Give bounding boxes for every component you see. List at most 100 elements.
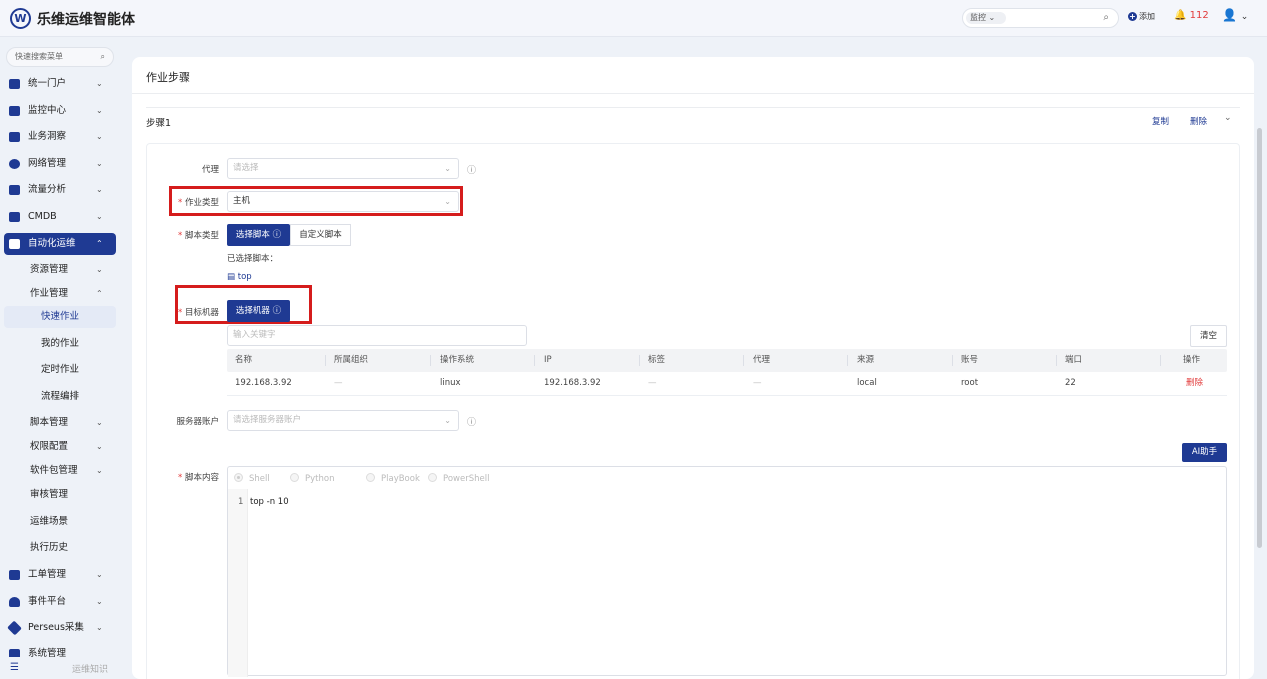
radio-shell[interactable]: Shell xyxy=(234,473,270,484)
add-button[interactable]: + 添加 xyxy=(1128,11,1155,22)
selected-script-link[interactable]: ▤ top xyxy=(227,272,252,282)
home-icon xyxy=(9,79,20,89)
search-icon: ⌕ xyxy=(100,52,105,61)
server-account-select[interactable]: 请选择服务器账户 ⌄ xyxy=(227,410,459,431)
radio-playbook[interactable]: PlayBook xyxy=(366,473,420,484)
menu-system[interactable]: 系统管理 xyxy=(4,643,116,657)
column-header: 端口 xyxy=(1065,355,1083,365)
script-editor[interactable]: Shell Python PlayBook PowerShell 1 top -… xyxy=(227,466,1227,677)
agent-select[interactable]: 请选择 ⌄ xyxy=(227,158,459,179)
selected-script-label: 已选择脚本： xyxy=(227,254,279,264)
submenu-audit[interactable]: 审核管理 xyxy=(4,484,116,506)
target-label: * 目标机器 xyxy=(178,308,219,318)
column-header: 代理 xyxy=(753,355,771,365)
bell-icon xyxy=(9,597,20,607)
step-form: 代理 请选择 ⌄ ⓘ * 作业类型 主机 ⌄ * 脚本类型 选择脚本 ⓘ 自定义脚本… xyxy=(146,143,1240,679)
job-type-select[interactable]: 主机 ⌄ xyxy=(227,191,459,212)
collapse-step-icon[interactable]: ⌄ xyxy=(1224,113,1232,123)
knowledge-link[interactable]: 运维知识 xyxy=(72,662,108,675)
job-type-label: * 作业类型 xyxy=(178,198,219,208)
chevron-down-icon: ⌄ xyxy=(96,597,103,606)
sidebar: 快速搜索菜单 ⌕ 统一门户 ⌄ 监控中心 ⌄ 业务洞察 ⌄ 网络管理 ⌄ 流量分析 ⌄ CM… xyxy=(0,37,122,679)
divider xyxy=(132,93,1254,94)
line-gutter xyxy=(228,489,248,677)
sidebar-footer: ☰ 运维知识 xyxy=(10,662,108,675)
menu-network[interactable]: 网络管理 ⌄ xyxy=(4,153,116,175)
chevron-down-icon: ⌄ xyxy=(96,466,103,475)
calendar-icon xyxy=(9,570,20,580)
menu-automation[interactable]: 自动化运维 ⌃ xyxy=(4,233,116,255)
submenu-resource[interactable]: 资源管理 ⌄ xyxy=(4,259,116,281)
submenu-my-job[interactable]: 我的作业 xyxy=(4,333,116,355)
select-machine-button[interactable]: 选择机器 ⓘ xyxy=(227,300,290,322)
menu-portal[interactable]: 统一门户 ⌄ xyxy=(4,73,116,95)
menu-search-input[interactable]: 快速搜索菜单 ⌕ xyxy=(6,47,114,67)
menu-ticket[interactable]: 工单管理 ⌄ xyxy=(4,564,116,586)
select-script-button[interactable]: 选择脚本 ⓘ xyxy=(227,224,290,246)
submenu-job[interactable]: 作业管理 ⌃ xyxy=(4,283,116,305)
logo-icon: W xyxy=(10,8,31,29)
menu-monitor[interactable]: 监控中心 ⌄ xyxy=(4,100,116,122)
copy-step-button[interactable]: 复制 xyxy=(1152,115,1169,127)
insight-icon xyxy=(9,132,20,142)
chevron-down-icon: ⌄ xyxy=(1240,12,1249,22)
alerts-button[interactable]: 🔔 112 xyxy=(1174,10,1209,21)
chevron-down-icon: ⌄ xyxy=(444,197,451,206)
search-icon[interactable]: ⌕ xyxy=(1103,12,1109,23)
chevron-down-icon: ⌄ xyxy=(96,623,103,632)
chevron-down-icon: ⌄ xyxy=(96,159,103,168)
submenu-workflow[interactable]: 流程编排 xyxy=(4,386,116,408)
chevron-down-icon: ⌄ xyxy=(96,212,103,221)
settings-icon xyxy=(9,649,20,657)
submenu-quick-job[interactable]: 快速作业 xyxy=(4,306,116,328)
menu-traffic[interactable]: 流量分析 ⌄ xyxy=(4,179,116,201)
column-header: 标签 xyxy=(648,355,666,365)
chevron-up-icon: ⌃ xyxy=(96,239,103,248)
scrollbar[interactable] xyxy=(1257,128,1262,548)
radio-python[interactable]: Python xyxy=(290,473,334,484)
global-search[interactable]: 监控 ⌄ ⌕ xyxy=(962,8,1119,28)
ai-assistant-button[interactable]: AI助手 xyxy=(1182,443,1227,462)
cube-icon xyxy=(9,212,20,222)
chevron-down-icon: ⌄ xyxy=(96,418,103,427)
submenu-package[interactable]: 软件包管理 ⌄ xyxy=(4,460,116,482)
clear-button[interactable]: 清空 xyxy=(1190,325,1227,347)
page-title: 作业步骤 xyxy=(146,71,190,84)
delete-step-button[interactable]: 删除 xyxy=(1190,115,1207,127)
submenu-scenario[interactable]: 运维场景 xyxy=(4,511,116,533)
chevron-down-icon: ⌄ xyxy=(96,79,103,88)
code-line[interactable]: top -n 10 xyxy=(250,497,289,507)
menu-cmdb[interactable]: CMDB ⌄ xyxy=(4,206,116,228)
delete-row-link[interactable]: 删除 xyxy=(1186,372,1203,395)
submenu-scheduled-job[interactable]: 定时作业 xyxy=(4,359,116,381)
chevron-up-icon: ⌃ xyxy=(96,289,103,298)
search-scope-select[interactable]: 监控 ⌄ xyxy=(966,12,1006,24)
table-header: 名称 所属组织 操作系统 IP 标签 代理 来源 账号 端口 操作 xyxy=(227,349,1227,372)
user-icon: 👤 xyxy=(1222,8,1237,22)
main-panel: 作业步骤 步骤1 复制 删除 ⌄ 代理 请选择 ⌄ ⓘ * 作业类型 主机 ⌄ * … xyxy=(132,57,1254,679)
user-menu[interactable]: 👤 ⌄ xyxy=(1222,8,1248,22)
alert-count: 112 xyxy=(1189,10,1209,21)
chevron-down-icon: ⌄ xyxy=(96,570,103,579)
submenu-script[interactable]: 脚本管理 ⌄ xyxy=(4,412,116,434)
script-type-label: * 脚本类型 xyxy=(178,231,219,241)
file-icon: ▤ xyxy=(227,272,236,282)
submenu-history[interactable]: 执行历史 xyxy=(4,537,116,559)
chevron-down-icon: ⌄ xyxy=(96,132,103,141)
menu-perseus[interactable]: Perseus采集 ⌄ xyxy=(4,617,116,639)
chevron-down-icon: ⌄ xyxy=(96,442,103,451)
app-title: 乐维运维智能体 xyxy=(37,12,135,28)
column-header: 所属组织 xyxy=(334,355,369,365)
column-header: 操作系统 xyxy=(440,355,475,365)
submenu-permission[interactable]: 权限配置 ⌄ xyxy=(4,436,116,458)
divider xyxy=(146,107,1240,108)
keyword-input[interactable]: 输入关键字 xyxy=(227,325,527,346)
radio-powershell[interactable]: PowerShell xyxy=(428,473,489,484)
machine-table: 名称 所属组织 操作系统 IP 标签 代理 来源 账号 端口 操作 192.16… xyxy=(227,349,1227,396)
column-header: 账号 xyxy=(961,355,979,365)
menu-event[interactable]: 事件平台 ⌄ xyxy=(4,591,116,613)
custom-script-button[interactable]: 自定义脚本 xyxy=(290,224,351,246)
chevron-down-icon: ⌄ xyxy=(96,185,103,194)
menu-toggle-icon[interactable]: ☰ xyxy=(10,662,19,673)
menu-business[interactable]: 业务洞察 ⌄ xyxy=(4,126,116,148)
